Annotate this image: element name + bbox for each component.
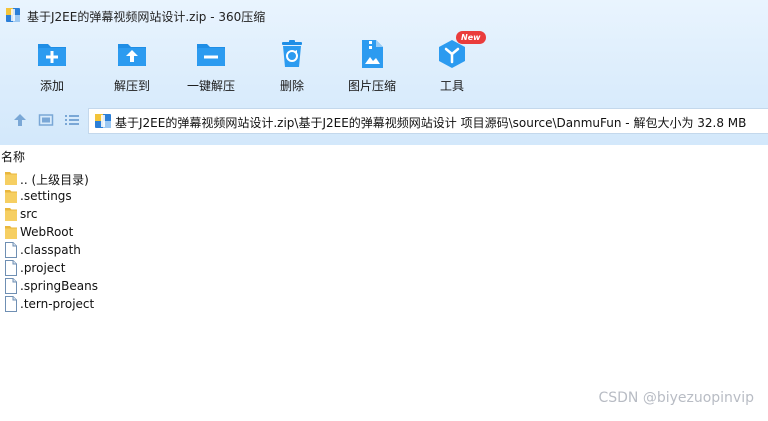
list-item[interactable]: .tern-project: [0, 295, 400, 313]
extract-to-button[interactable]: 解压到: [92, 34, 172, 96]
list-view-icon[interactable]: [64, 112, 80, 128]
list-item[interactable]: .project: [0, 259, 400, 277]
extract-folder-icon: [118, 44, 146, 66]
recycle-bin-icon: [282, 40, 302, 67]
extract-to-label: 解压到: [113, 79, 150, 93]
list-item-name: .. (上级目录): [20, 173, 89, 187]
list-item[interactable]: WebRoot: [0, 223, 400, 241]
one-click-extract-label: 一键解压: [186, 79, 235, 93]
app-icon: [6, 8, 20, 22]
list-item[interactable]: .. (上级目录): [0, 169, 400, 187]
toolbar: 添加 解压到 一键解压 删除 图片压缩 New 工具: [0, 31, 768, 96]
address-path: 基于J2EE的弹幕视频网站设计.zip\基于J2EE的弹幕视频网站设计 项目源码…: [115, 116, 747, 130]
tools-button[interactable]: New 工具: [412, 31, 492, 96]
add-icon: [38, 44, 66, 66]
list-item-name: .springBeans: [20, 279, 98, 293]
folder-icon: [5, 208, 17, 221]
image-compress-button[interactable]: 图片压缩: [332, 34, 412, 96]
column-name-label: 名称: [1, 150, 26, 164]
folder-icon: [5, 190, 17, 203]
delete-label: 删除: [279, 79, 304, 93]
folder-icon: [5, 226, 17, 239]
title-bar: 基于J2EE的弹幕视频网站设计.zip - 360压缩: [0, 0, 768, 30]
zip-archive-icon: [95, 114, 111, 128]
address-bar[interactable]: 基于J2EE的弹幕视频网站设计.zip\基于J2EE的弹幕视频网站设计 项目源码…: [88, 108, 768, 134]
watermark: CSDN @biyezuopinvip: [598, 390, 754, 406]
add-button[interactable]: 添加: [12, 34, 92, 96]
one-click-extract-icon: [197, 44, 225, 66]
list-item-name: .settings: [20, 189, 72, 203]
folder-icon: [5, 172, 17, 185]
image-zip-icon: [362, 40, 383, 68]
list-item-name: .project: [20, 261, 66, 275]
file-icon: [5, 296, 17, 312]
new-badge: New: [456, 31, 486, 44]
column-header-name[interactable]: 名称: [0, 145, 768, 165]
window-title: 基于J2EE的弹幕视频网站设计.zip - 360压缩: [27, 10, 266, 24]
delete-button[interactable]: 删除: [252, 34, 332, 96]
tools-label: 工具: [439, 79, 464, 93]
file-icon: [5, 260, 17, 276]
list-item-name: WebRoot: [20, 225, 74, 239]
list-item-name: .tern-project: [20, 297, 95, 311]
thumbnail-view-icon[interactable]: [38, 112, 54, 128]
list-item[interactable]: src: [0, 205, 400, 223]
file-icon: [5, 278, 17, 294]
list-item-name: .classpath: [20, 243, 81, 257]
add-label: 添加: [39, 79, 64, 93]
list-item[interactable]: .classpath: [0, 241, 400, 259]
file-icon: [5, 242, 17, 258]
list-item-name: src: [20, 207, 38, 221]
list-item[interactable]: .springBeans: [0, 277, 400, 295]
window-chrome: 基于J2EE的弹幕视频网站设计.zip - 360压缩 添加 解压到 一键解压 …: [0, 0, 768, 145]
up-arrow-icon[interactable]: [12, 112, 28, 128]
file-list: 名称 .. (上级目录) .settings src WebRoot .classpat…: [0, 145, 768, 421]
list-item[interactable]: .settings: [0, 187, 400, 205]
one-click-extract-button[interactable]: 一键解压: [171, 34, 251, 96]
image-compress-label: 图片压缩: [347, 79, 396, 93]
